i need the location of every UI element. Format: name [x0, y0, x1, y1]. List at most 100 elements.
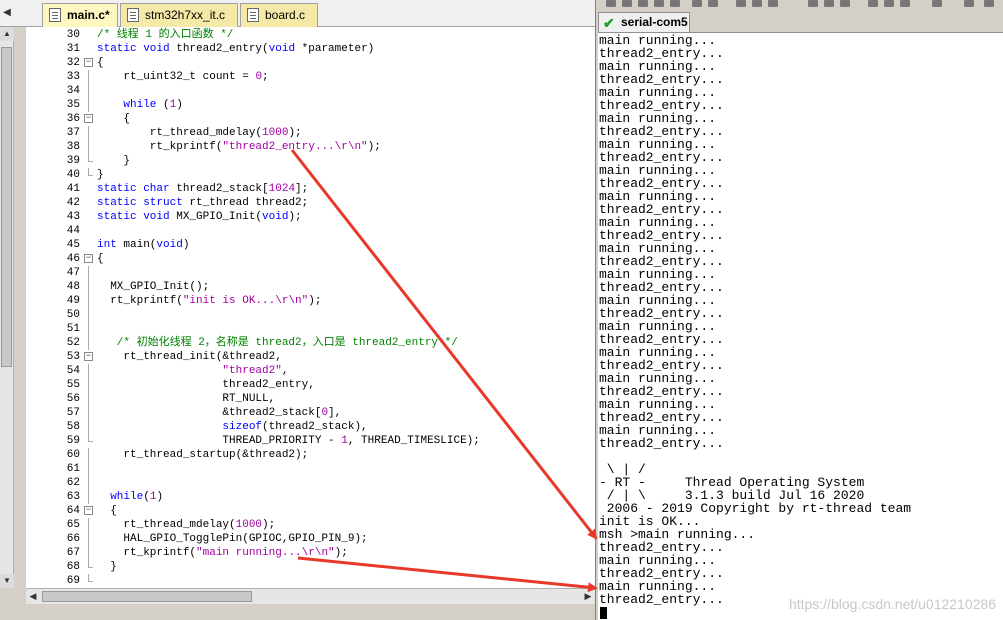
horizontal-scrollbar[interactable]: ◀ ▶: [26, 588, 595, 604]
code-line[interactable]: 68 }: [26, 560, 595, 574]
scroll-down-icon[interactable]: ▼: [0, 574, 14, 588]
toolbar-icon[interactable]: [670, 0, 680, 7]
code-token: THREAD_PRIORITY -: [97, 435, 342, 447]
code-token: ];: [295, 183, 309, 195]
code-line[interactable]: 61: [26, 462, 595, 476]
terminal-output[interactable]: thread2_entry... main running... thread2_e…: [598, 32, 1003, 620]
code-line[interactable]: 43 static void MX_GPIO_Init(void);: [26, 210, 595, 224]
toolbar-icon[interactable]: [638, 0, 648, 7]
toolbar-icon[interactable]: [692, 0, 702, 7]
code-line[interactable]: 30 /* 线程 1 的入口函数 */: [26, 28, 595, 42]
toolbar-icon[interactable]: [622, 0, 632, 7]
code-token: , THREAD_TIMESLICE);: [347, 435, 480, 447]
tab-label: stm32h7xx_it.c: [145, 8, 226, 22]
toolbar-icon[interactable]: [984, 0, 994, 7]
code-line[interactable]: 32−{: [26, 56, 595, 70]
code-line[interactable]: 31 static void thread2_entry(void *parame…: [26, 42, 595, 56]
code-line[interactable]: 46−{: [26, 252, 595, 266]
toolbar-icon[interactable]: [824, 0, 834, 7]
help-icon[interactable]: [964, 0, 974, 7]
line-number: 54: [66, 365, 80, 377]
code-line[interactable]: 44: [26, 224, 595, 238]
toolbar-icon[interactable]: [840, 0, 850, 7]
terminal-line: main running...: [599, 189, 717, 204]
code-line[interactable]: 38 rt_kprintf("thread2_entry...\r\n");: [26, 140, 595, 154]
code-text: thread2_entry,: [97, 378, 314, 392]
code-line[interactable]: 63 while(1): [26, 490, 595, 504]
code-text: /* 初始化线程 2，名称是 thread2，入口是 thread2_entry…: [97, 336, 458, 350]
code-line[interactable]: 35 while (1): [26, 98, 595, 112]
toolbar-icon[interactable]: [654, 0, 664, 7]
code-line[interactable]: 51: [26, 322, 595, 336]
toolbar-icon[interactable]: [884, 0, 894, 7]
toolbar-icon[interactable]: [932, 0, 942, 7]
line-number: 58: [66, 421, 80, 433]
fold-guide: [88, 98, 89, 112]
toolbar-icon[interactable]: [752, 0, 762, 7]
toolbar-icon[interactable]: [606, 0, 616, 7]
terminal-line: thread2_entry...: [599, 358, 724, 373]
code-token: ): [176, 99, 183, 111]
code-token: main(: [123, 239, 157, 251]
scrollbar-thumb[interactable]: [42, 591, 252, 602]
code-line[interactable]: 67 rt_kprintf("main running...\r\n");: [26, 546, 595, 560]
code-text: rt_thread_mdelay(1000);: [97, 518, 275, 532]
code-token: void: [156, 239, 183, 251]
tab-board-c[interactable]: board.c: [240, 3, 318, 27]
toolbar-icon[interactable]: [736, 0, 746, 7]
fold-toggle-icon[interactable]: −: [84, 352, 93, 361]
tab-main-c[interactable]: main.c*: [42, 3, 118, 28]
code-token: while: [97, 491, 144, 503]
toolbar-icon[interactable]: [900, 0, 910, 7]
code-line[interactable]: 57 &thread2_stack[0],: [26, 406, 595, 420]
code-line[interactable]: 42 static struct rt_thread thread2;: [26, 196, 595, 210]
code-line[interactable]: 65 rt_thread_mdelay(1000);: [26, 518, 595, 532]
scroll-up-icon[interactable]: ▲: [0, 27, 14, 41]
fold-guide: [88, 336, 89, 350]
code-line[interactable]: 40}: [26, 168, 595, 182]
fold-toggle-icon[interactable]: −: [84, 114, 93, 123]
code-line[interactable]: 56 RT_NULL,: [26, 392, 595, 406]
code-line[interactable]: 64− {: [26, 504, 595, 518]
scroll-right-icon[interactable]: ▶: [581, 589, 595, 604]
code-line[interactable]: 60 rt_thread_startup(&thread2);: [26, 448, 595, 462]
code-line[interactable]: 50: [26, 308, 595, 322]
scrollbar-thumb[interactable]: [1, 47, 12, 367]
code-token: HAL_GPIO_TogglePin(GPIOC,GPIO_PIN_9);: [97, 533, 368, 545]
toolbar-icon[interactable]: [708, 0, 718, 7]
terminal-line: thread2_entry...: [599, 540, 724, 555]
code-line[interactable]: 37 rt_thread_mdelay(1000);: [26, 126, 595, 140]
code-line[interactable]: 47: [26, 266, 595, 280]
code-line[interactable]: 49 rt_kprintf("init is OK...\r\n");: [26, 294, 595, 308]
toolbar-icon[interactable]: [808, 0, 818, 7]
fold-toggle-icon[interactable]: −: [84, 254, 93, 263]
fold-toggle-icon[interactable]: −: [84, 506, 93, 515]
code-line[interactable]: 34: [26, 84, 595, 98]
code-line[interactable]: 52 /* 初始化线程 2，名称是 thread2，入口是 thread2_en…: [26, 336, 595, 350]
code-line[interactable]: 62: [26, 476, 595, 490]
toolbar-icon[interactable]: [868, 0, 878, 7]
code-area[interactable]: 30 /* 线程 1 的入口函数 */ 31 static void thread2_…: [26, 27, 595, 588]
code-line[interactable]: 41 static char thread2_stack[1024];: [26, 182, 595, 196]
fold-toggle-icon[interactable]: −: [84, 58, 93, 67]
code-line[interactable]: 33 rt_uint32_t count = 0;: [26, 70, 595, 84]
code-line[interactable]: 69: [26, 574, 595, 588]
code-line[interactable]: 54 "thread2",: [26, 364, 595, 378]
fold-guide: [88, 574, 93, 582]
vertical-scrollbar[interactable]: ▲ ▼: [0, 27, 14, 588]
code-line[interactable]: 45 int main(void): [26, 238, 595, 252]
tab-serial-com5[interactable]: ✔ serial-com5: [598, 12, 690, 32]
code-line[interactable]: 58 sizeof(thread2_stack),: [26, 420, 595, 434]
code-line[interactable]: 36− {: [26, 112, 595, 126]
code-line[interactable]: 39 }: [26, 154, 595, 168]
code-line[interactable]: 55 thread2_entry,: [26, 378, 595, 392]
tab-scroll-left-icon[interactable]: ◀: [0, 5, 14, 21]
code-line[interactable]: 48 MX_GPIO_Init();: [26, 280, 595, 294]
tab-stm32h7xx-it-c[interactable]: stm32h7xx_it.c: [120, 3, 238, 27]
scroll-left-icon[interactable]: ◀: [26, 589, 40, 604]
toolbar-icon[interactable]: [768, 0, 778, 7]
fold-guide: [88, 518, 89, 532]
code-line[interactable]: 53− rt_thread_init(&thread2,: [26, 350, 595, 364]
code-line[interactable]: 59 THREAD_PRIORITY - 1, THREAD_TIMESLICE…: [26, 434, 595, 448]
code-line[interactable]: 66 HAL_GPIO_TogglePin(GPIOC,GPIO_PIN_9);: [26, 532, 595, 546]
